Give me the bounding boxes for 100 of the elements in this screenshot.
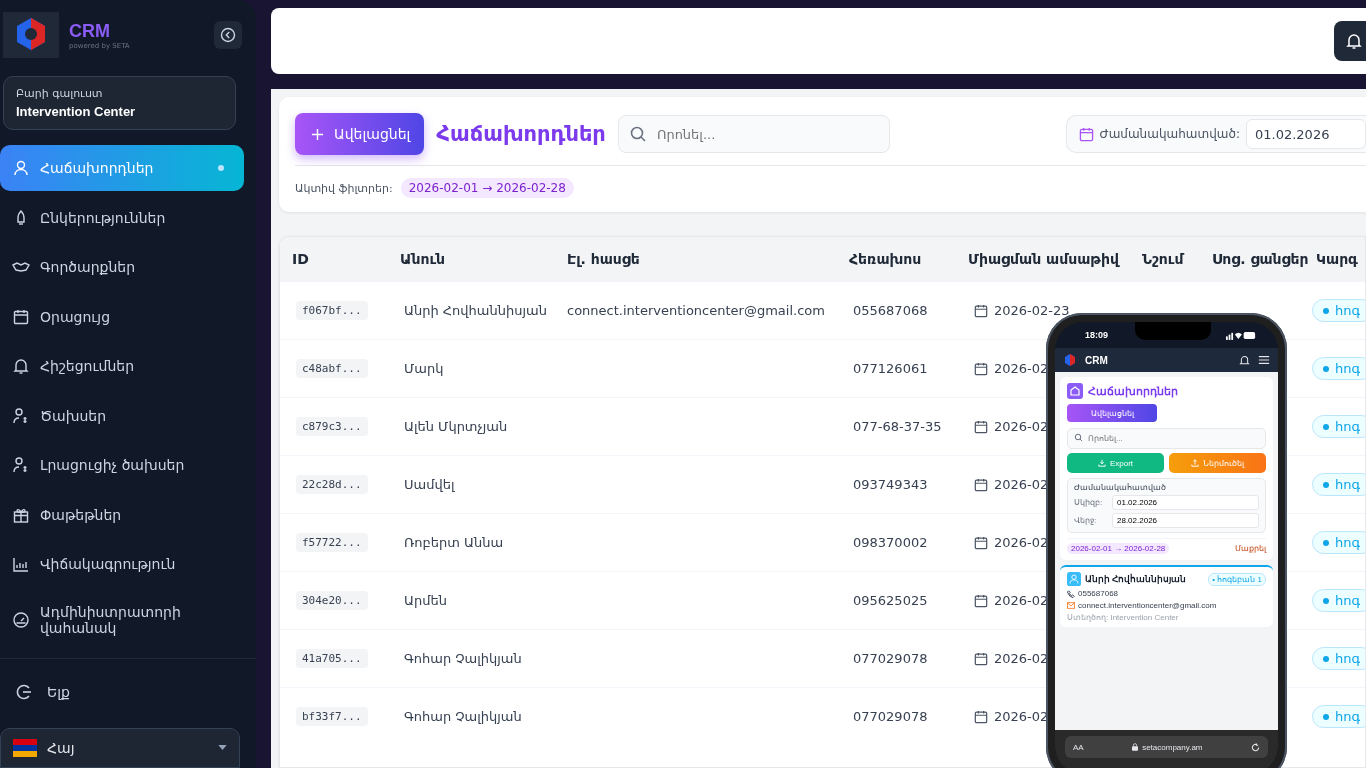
- phone-cell-text: 077029078: [852, 651, 929, 666]
- calendar-icon: [974, 477, 988, 492]
- logo-icon: [3, 12, 59, 58]
- active-dot: [218, 165, 224, 171]
- status-badge: հոգ: [1312, 647, 1365, 670]
- to-label: Վերջ:: [1074, 516, 1098, 525]
- status-badge: հոգ: [1312, 415, 1365, 438]
- date-cell: 2026-02: [994, 419, 1049, 434]
- role-badge: • հոգեբան 1: [1208, 572, 1266, 586]
- search-field[interactable]: Որոնել...: [1067, 428, 1266, 449]
- id-cell: f57722...: [296, 533, 368, 552]
- user-dollar-icon: [12, 456, 30, 474]
- calendar-icon: [974, 535, 988, 550]
- reload-icon[interactable]: [1251, 742, 1260, 752]
- add-button[interactable]: Ավելացնել: [1067, 404, 1157, 422]
- bell-icon[interactable]: [1239, 354, 1250, 366]
- status-time: 18:09: [1085, 330, 1109, 340]
- period-heading: Ժամանակահատված: [1074, 483, 1167, 492]
- calendar-icon: [974, 593, 988, 608]
- date-cell: 2026-02: [994, 651, 1049, 666]
- phone-cell-text: 055687068: [852, 303, 929, 318]
- date-input[interactable]: 01.02.2026: [1246, 119, 1366, 149]
- collapse-button[interactable]: [214, 21, 242, 49]
- date-input[interactable]: 01.02.2026: [1112, 495, 1259, 510]
- plus-icon: [311, 127, 324, 141]
- column-header: Անուն: [400, 251, 447, 267]
- name-cell-text: Անրի Հովհաննիսյան: [403, 303, 548, 318]
- search-icon: [628, 125, 647, 143]
- organization-name: Intervention Center: [16, 104, 137, 119]
- calendar-icon: [974, 709, 988, 724]
- lock-icon: [1132, 743, 1139, 751]
- logout-link[interactable]: Ելք: [0, 669, 244, 715]
- sidebar-item[interactable]: Փաթեթներ: [0, 491, 244, 538]
- name-cell-text: Արմեն: [403, 593, 448, 608]
- column-header: Էլ. հասցե: [567, 251, 641, 267]
- address-bar[interactable]: AA setacompany.am: [1065, 736, 1268, 758]
- id-cell: 304e20...: [296, 591, 368, 610]
- sidebar-item[interactable]: Ընկերություններ: [0, 194, 244, 241]
- caret-icon: [218, 745, 227, 751]
- search-icon: [1074, 433, 1083, 442]
- status-badge: հոգ: [1312, 357, 1365, 380]
- client-email: connect.interventioncenter@gmail.com: [1078, 601, 1217, 610]
- status-badge: հոգ: [1312, 299, 1365, 322]
- phone-cell-text: 098370002: [852, 535, 929, 550]
- user-icon: [1067, 572, 1081, 586]
- flag-icon: [13, 738, 37, 757]
- add-button[interactable]: Ավելացնել: [295, 113, 425, 155]
- sidebar-item[interactable]: Ադմինիստրատորի վահանակ: [0, 590, 244, 649]
- calendar-icon: [974, 303, 988, 318]
- from-label: Սկիզբ:: [1074, 498, 1104, 507]
- column-header: Սոց. ցանցեր: [1212, 251, 1310, 267]
- menu-icon[interactable]: [1258, 354, 1270, 366]
- app-name: CRM: [1085, 354, 1109, 366]
- user-icon: [12, 159, 30, 177]
- date-cell: 2026-02: [994, 535, 1049, 550]
- client-name: Անրի Հովհաննիսյան: [1085, 574, 1188, 584]
- phone-cell-text: 077029078: [852, 709, 929, 724]
- calendar-icon: [12, 307, 30, 326]
- status-badge: հոգ: [1312, 589, 1365, 612]
- phone-cell-text: 077126061: [852, 361, 929, 376]
- date-cell: 2026-02-23: [994, 303, 1070, 318]
- filters-label: Ակտիվ ֆիլտրեր:: [295, 181, 393, 195]
- phone-icon: [1067, 589, 1075, 598]
- home-icon: [1067, 383, 1083, 399]
- user-dollar-icon: [12, 406, 30, 425]
- sidebar-item[interactable]: Ծախսեր: [0, 392, 244, 439]
- date-input[interactable]: 28.02.2026: [1112, 513, 1259, 528]
- status-badge: հոգ: [1312, 531, 1365, 554]
- email-cell: connect.interventioncenter@gmail.com: [567, 303, 825, 318]
- page-title: Հաճախորդներ: [1088, 384, 1178, 398]
- id-cell: 22c28d...: [296, 475, 368, 494]
- name-cell-text: Ալեն Մկրտչյան: [403, 419, 509, 434]
- phone-cell-text: 077-68-37-35: [852, 419, 943, 434]
- mail-icon: [1067, 602, 1075, 609]
- id-cell: c879c3...: [296, 417, 368, 436]
- phone-cell-text: 093749343: [852, 477, 929, 492]
- clear-link[interactable]: Մաքրել: [1235, 544, 1266, 553]
- sidebar-item[interactable]: Վիճակագրություն: [0, 541, 244, 587]
- search-field[interactable]: Որոնել...: [617, 115, 890, 153]
- sidebar-item[interactable]: Օրացույց: [0, 293, 244, 340]
- id-cell: bf33f7...: [296, 707, 368, 726]
- name-cell-text: Սամվել: [403, 477, 456, 492]
- period-label: Ժամանակահատված:: [1099, 127, 1240, 141]
- filter-chip: 2026-02-01 → 2026-02-28: [400, 178, 574, 198]
- sidebar-item[interactable]: Գործարքներ: [0, 244, 244, 290]
- id-cell: 41a705...: [296, 649, 368, 668]
- sidebar-item[interactable]: Հիշեցումներ: [0, 343, 244, 389]
- chevron-left-icon: [220, 27, 236, 43]
- name-cell-text: Գոհար Չալիկյան: [403, 651, 523, 666]
- notifications-button[interactable]: [1334, 21, 1366, 61]
- calendar-icon: [974, 651, 988, 666]
- language-select[interactable]: Հայ: [0, 727, 240, 768]
- phone-cell-text: 095625025: [852, 593, 929, 608]
- download-icon: [1097, 459, 1106, 467]
- sidebar-item[interactable]: Լրացուցիչ ծախսեր: [0, 442, 244, 488]
- date-cell: 2026-02: [994, 361, 1049, 376]
- date-cell: 2026-02: [994, 477, 1049, 492]
- welcome-greeting: Բարի գալուստ: [16, 87, 104, 100]
- name-cell-text: Ռոբերտ Աննա: [403, 535, 505, 550]
- name-cell-text: Գոհար Չալիկյան: [403, 709, 523, 724]
